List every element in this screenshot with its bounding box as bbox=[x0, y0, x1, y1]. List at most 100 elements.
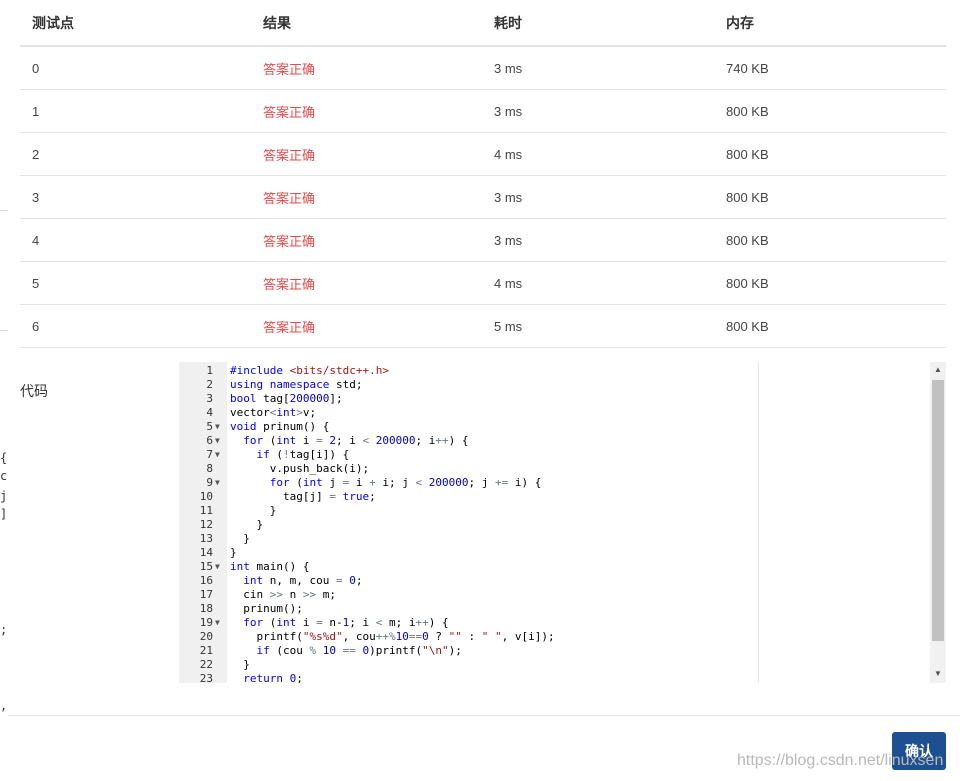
cell-memory: 800 KB bbox=[714, 132, 946, 176]
header-time: 耗时 bbox=[482, 0, 714, 47]
line-number: 13 bbox=[199, 532, 213, 545]
line-number: 21 bbox=[199, 644, 213, 657]
fold-toggle-icon[interactable]: ▼ bbox=[215, 448, 225, 462]
line-number: 17 bbox=[199, 588, 213, 601]
fold-toggle-icon[interactable]: ▼ bbox=[215, 560, 225, 574]
line-number: 12 bbox=[199, 518, 213, 531]
edge-divider bbox=[0, 210, 8, 211]
cell-test-point: 5 bbox=[20, 261, 251, 305]
line-number: 7 bbox=[206, 448, 213, 461]
code-line: 9 ▼ for (int j = i + i; j < 200000; j += … bbox=[179, 476, 946, 490]
line-number: 10 bbox=[199, 490, 213, 503]
code-line: 23 return 0; bbox=[179, 672, 946, 683]
cell-test-point: 2 bbox=[20, 132, 251, 176]
code-text: tag[j] = true; bbox=[230, 490, 376, 503]
code-text: cin >> n >> m; bbox=[230, 588, 336, 601]
code-line: 13 } bbox=[179, 532, 946, 546]
code-line: 19 ▼ for (int i = n-1; i < m; i++) { bbox=[179, 616, 946, 630]
header-test-point: 测试点 bbox=[20, 0, 251, 47]
code-text: } bbox=[230, 532, 250, 545]
code-line: 8 v.push_back(i); bbox=[179, 462, 946, 476]
code-line: 18 prinum(); bbox=[179, 602, 946, 616]
cell-test-point: 3 bbox=[20, 175, 251, 219]
fold-toggle-icon[interactable]: ▼ bbox=[215, 434, 225, 448]
cell-test-point: 1 bbox=[20, 89, 251, 133]
header-result: 结果 bbox=[251, 0, 482, 47]
code-line: 3 bool tag[200000]; bbox=[179, 392, 946, 406]
table-row: 3 答案正确 3 ms 800 KB bbox=[20, 175, 946, 219]
cell-test-point: 0 bbox=[20, 46, 251, 90]
cell-memory: 800 KB bbox=[714, 89, 946, 133]
code-line: 16 int n, m, cou = 0; bbox=[179, 574, 946, 588]
code-text: vector<int>v; bbox=[230, 406, 317, 419]
code-text: prinum(); bbox=[230, 602, 303, 615]
line-number: 6 bbox=[206, 434, 213, 447]
code-text: } bbox=[230, 658, 250, 671]
code-text: } bbox=[230, 504, 277, 517]
edge-char: c bbox=[0, 469, 8, 483]
cell-memory: 800 KB bbox=[714, 218, 946, 262]
code-text: for (int i = 2; i < 200000; i++) { bbox=[243, 434, 469, 447]
code-line: 6 ▼ for (int i = 2; i < 200000; i++) { bbox=[179, 434, 946, 448]
code-text: v.push_back(i); bbox=[230, 462, 370, 475]
line-number: 5 bbox=[206, 420, 213, 433]
edge-char: ] bbox=[0, 507, 8, 521]
table-row: 4 答案正确 3 ms 800 KB bbox=[20, 218, 946, 262]
line-number: 20 bbox=[199, 630, 213, 643]
code-line: 17 cin >> n >> m; bbox=[179, 588, 946, 602]
cell-time: 4 ms bbox=[482, 132, 714, 176]
code-editor[interactable]: 1 #include <bits/stdc++.h> 2 using namespac… bbox=[179, 362, 946, 683]
scroll-up-icon[interactable]: ▲ bbox=[934, 365, 942, 374]
line-number: 8 bbox=[206, 462, 213, 475]
code-line: 21 if (cou % 10 == 0)printf("\n"); bbox=[179, 644, 946, 658]
editor-scrollbar[interactable]: ▲ ▼ bbox=[930, 362, 946, 683]
table-row: 2 答案正确 4 ms 800 KB bbox=[20, 132, 946, 176]
code-text: return 0; bbox=[243, 672, 303, 683]
fold-toggle-icon[interactable]: ▼ bbox=[215, 616, 225, 630]
fold-toggle-icon[interactable]: ▼ bbox=[215, 476, 225, 490]
line-number: 18 bbox=[199, 602, 213, 615]
cell-time: 3 ms bbox=[482, 46, 714, 90]
cell-result: 答案正确 bbox=[251, 261, 482, 305]
cell-result: 答案正确 bbox=[251, 89, 482, 133]
table-row: 0 答案正确 3 ms 740 KB bbox=[20, 46, 946, 90]
table-row: 1 答案正确 3 ms 800 KB bbox=[20, 89, 946, 133]
line-number: 2 bbox=[206, 378, 213, 391]
watermark: https://blog.csdn.net/linuxsen bbox=[737, 752, 944, 769]
code-label: 代码 bbox=[20, 383, 48, 399]
table-row: 6 答案正确 5 ms 800 KB bbox=[20, 304, 946, 348]
cell-memory: 740 KB bbox=[714, 46, 946, 90]
cell-memory: 800 KB bbox=[714, 261, 946, 305]
code-line: 15 ▼ int main() { bbox=[179, 560, 946, 574]
code-text: if (!tag[i]) { bbox=[256, 448, 350, 461]
line-number: 9 bbox=[206, 476, 213, 489]
footer-divider bbox=[8, 715, 960, 716]
line-number: 19 bbox=[199, 616, 213, 629]
code-line: 5 ▼ void prinum() { bbox=[179, 420, 946, 434]
cell-time: 3 ms bbox=[482, 89, 714, 133]
edge-char: j bbox=[0, 489, 8, 503]
code-text: #include <bits/stdc++.h> bbox=[230, 364, 389, 377]
line-number: 3 bbox=[206, 392, 213, 405]
line-number: 22 bbox=[199, 658, 213, 671]
edge-char: ; bbox=[0, 623, 8, 637]
code-text: int main() { bbox=[230, 560, 310, 573]
scrollbar-thumb[interactable] bbox=[932, 380, 944, 641]
cell-result: 答案正确 bbox=[251, 175, 482, 219]
scroll-down-icon[interactable]: ▼ bbox=[934, 669, 942, 678]
code-line: 1 #include <bits/stdc++.h> bbox=[179, 364, 946, 378]
cell-result: 答案正确 bbox=[251, 304, 482, 348]
code-line: 4 vector<int>v; bbox=[179, 406, 946, 420]
code-line: 12 } bbox=[179, 518, 946, 532]
line-number: 14 bbox=[199, 546, 213, 559]
cell-time: 4 ms bbox=[482, 261, 714, 305]
cell-test-point: 6 bbox=[20, 304, 251, 348]
line-number: 15 bbox=[199, 560, 213, 573]
code-text: bool tag[200000]; bbox=[230, 392, 343, 405]
cell-result: 答案正确 bbox=[251, 46, 482, 90]
fold-toggle-icon[interactable]: ▼ bbox=[215, 420, 225, 434]
code-text: if (cou % 10 == 0)printf("\n"); bbox=[256, 644, 462, 657]
line-number: 11 bbox=[199, 504, 213, 517]
cell-test-point: 4 bbox=[20, 218, 251, 262]
code-text: for (int i = n-1; i < m; i++) { bbox=[243, 616, 449, 629]
